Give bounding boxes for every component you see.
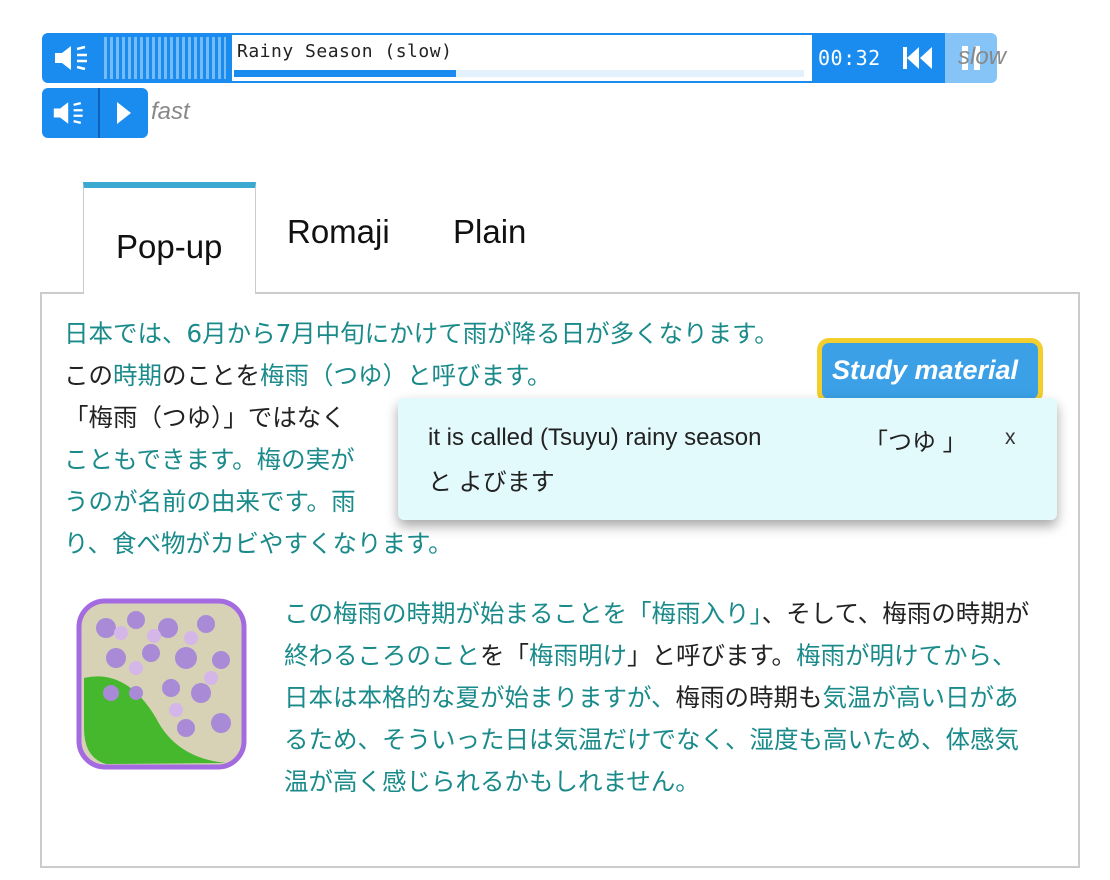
study-material-button[interactable]: Study material: [817, 338, 1043, 404]
word: 「梅雨（つゆ）」ではなく: [64, 403, 346, 432]
image-spacer: [64, 593, 284, 783]
word[interactable]: 梅雨（つゆ）と呼びます。: [260, 361, 552, 390]
tab-plain[interactable]: Plain: [453, 213, 526, 251]
seek-progress: [234, 70, 457, 77]
audio-player-slow: Rainy Season (slow) 00:32: [42, 33, 997, 83]
speaker-icon: [55, 45, 87, 71]
rewind-button[interactable]: [894, 33, 942, 83]
popup-english: it is called (Tsuyu) rainy season: [428, 424, 762, 451]
speed-label-slow: slow: [958, 43, 1007, 70]
tab-romaji[interactable]: Romaji: [287, 213, 390, 251]
word-popup: it is called (Tsuyu) rainy season 「つゆ 」 …: [398, 398, 1057, 520]
audio-player-fast: [42, 88, 148, 138]
speed-label-fast: fast: [151, 98, 190, 125]
word[interactable]: 梅雨が明けてから、: [796, 641, 1017, 670]
tab-popup-label: Pop-up: [116, 228, 223, 265]
word[interactable]: 日本では、6月から7月中旬にかけて雨が降る日が多くなります。: [64, 319, 779, 348]
rewind-icon: [903, 47, 932, 69]
paragraph-2: この梅雨の時期が始まることを「梅雨入り」、そして、梅雨の時期が終わるころのことを…: [64, 593, 1039, 803]
volume-button-fast[interactable]: [42, 88, 100, 138]
word: 梅雨の時期も: [675, 683, 823, 712]
track-display: Rainy Season (slow): [232, 35, 812, 81]
word[interactable]: 日本は本格的な夏が始まりますが、: [284, 683, 676, 712]
volume-slider[interactable]: [104, 37, 226, 79]
word[interactable]: 雨: [331, 487, 356, 516]
volume-button[interactable]: [42, 33, 104, 83]
word: この: [64, 361, 113, 390]
popup-japanese-2: と よびます: [428, 469, 555, 496]
word[interactable]: り、食べ物がカビやすくなります。: [64, 529, 453, 558]
word: 」と呼びます。: [627, 641, 797, 670]
word[interactable]: うのが名前の由来です。: [64, 487, 331, 516]
popup-japanese: 「つゆ 」: [864, 429, 967, 456]
word[interactable]: 梅雨明け: [529, 641, 627, 670]
seek-bar[interactable]: [234, 70, 804, 77]
play-icon: [117, 102, 131, 124]
tab-popup[interactable]: Pop-up: [83, 182, 256, 294]
word[interactable]: 時期: [113, 361, 162, 390]
word[interactable]: 湿度も高いため、: [750, 725, 946, 754]
word: を「: [480, 641, 529, 670]
word[interactable]: 梅の実が: [257, 445, 355, 474]
play-button[interactable]: [100, 88, 148, 138]
popup-close-button[interactable]: x: [1005, 426, 1016, 450]
study-material-label: Study material: [832, 355, 1019, 385]
word: 、そして、梅雨の時期が: [761, 599, 1030, 628]
word[interactable]: こともできます。: [64, 445, 257, 474]
word[interactable]: この梅雨の時期が始まることを「梅雨入り」: [284, 599, 762, 628]
time-display: 00:32: [818, 46, 881, 70]
track-title: Rainy Season (slow): [237, 41, 453, 62]
word[interactable]: そういった日は気温だけでなく、: [382, 725, 750, 754]
word: のことを: [162, 361, 260, 390]
speaker-icon: [53, 102, 83, 124]
word[interactable]: 終わるころのこと: [284, 641, 480, 670]
